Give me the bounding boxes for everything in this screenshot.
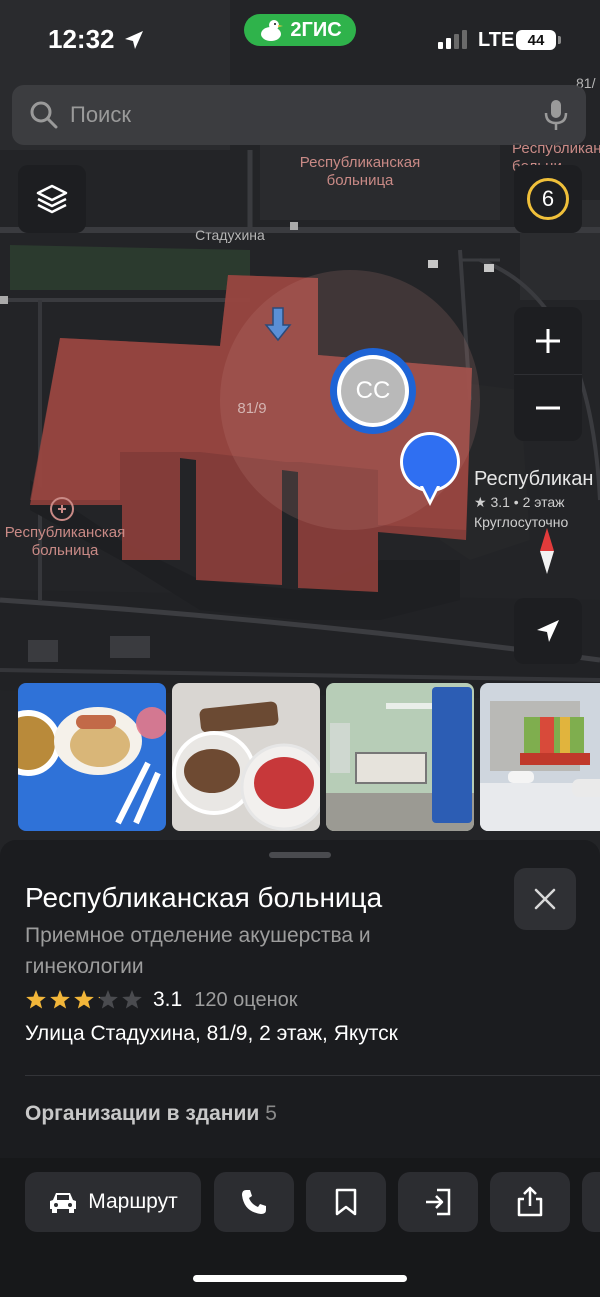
location-arrow-icon <box>124 30 143 49</box>
route-label: Маршрут <box>88 1190 178 1213</box>
search-icon <box>30 101 58 129</box>
duck-logo-icon <box>261 20 284 41</box>
home-indicator[interactable] <box>193 1275 407 1282</box>
share-icon <box>517 1186 543 1217</box>
phone-icon <box>242 1190 266 1214</box>
rating-stars <box>25 989 143 1011</box>
orgs-label: Организации в здании <box>25 1102 260 1125</box>
place-title: Республиканская больница <box>25 882 383 913</box>
call-button[interactable] <box>214 1172 294 1232</box>
traffic-level: 6 <box>527 178 569 220</box>
status-time-group: 12:32 <box>48 24 145 55</box>
photo-4[interactable] <box>480 683 600 831</box>
minus-icon <box>536 406 560 410</box>
map-label-building-number: 81/9 <box>237 400 267 417</box>
layers-button[interactable] <box>18 165 86 233</box>
entrance-button[interactable] <box>398 1172 478 1232</box>
photo-carousel[interactable] <box>0 683 600 831</box>
brand-pill[interactable]: 2ГИС <box>244 14 356 46</box>
more-actions-button[interactable] <box>582 1172 600 1232</box>
photo-3[interactable] <box>326 683 474 831</box>
photo-1[interactable] <box>18 683 166 831</box>
brand-name: 2ГИС <box>290 18 342 41</box>
bookmark-icon <box>335 1188 357 1216</box>
rating-count[interactable]: 120 оценок <box>194 989 297 1012</box>
plus-icon <box>536 328 560 353</box>
traffic-button[interactable]: 6 <box>514 165 582 233</box>
battery-icon: 44 <box>516 30 561 50</box>
zoom-in-button[interactable] <box>514 307 582 374</box>
sheet-grabber[interactable] <box>269 852 331 858</box>
poi-name: Республикан <box>474 468 594 490</box>
avatar-initials: CC <box>341 359 405 423</box>
poi-meta: ★ 3.1 • 2 этаж <box>474 494 565 510</box>
locate-me-button[interactable] <box>514 598 582 664</box>
divider <box>25 1075 600 1076</box>
route-button[interactable]: Маршрут <box>25 1172 201 1232</box>
zoom-controls <box>514 307 582 441</box>
share-button[interactable] <box>490 1172 570 1232</box>
network-type: LTE <box>478 29 515 51</box>
status-time: 12:32 <box>48 24 115 54</box>
rating-value: 3.1 <box>153 988 183 1011</box>
search-bar[interactable]: Поиск <box>12 85 586 145</box>
poi-label[interactable]: Республикан ★ 3.1 • 2 этаж Круглосуточно <box>474 468 600 530</box>
orgs-count: 5 <box>265 1102 277 1125</box>
login-icon <box>426 1188 451 1216</box>
navigation-arrow-icon <box>537 620 559 642</box>
search-input[interactable]: Поиск <box>70 102 542 128</box>
microphone-icon[interactable] <box>542 98 570 132</box>
map-label-hospital-left[interactable]: Республиканская больница <box>0 524 140 560</box>
place-address[interactable]: Улица Стадухина, 81/9, 2 этаж, Якутск <box>25 1022 398 1046</box>
close-icon <box>534 888 556 910</box>
map-label-hospital[interactable]: Республиканская больница <box>290 154 430 190</box>
place-card: Республиканская больница Приемное отделе… <box>0 840 600 1297</box>
organizations-in-building[interactable]: Организации в здании 5 <box>25 1102 277 1126</box>
close-button[interactable] <box>514 868 576 930</box>
battery-level: 44 <box>527 31 545 49</box>
car-icon <box>50 1193 77 1213</box>
zoom-out-button[interactable] <box>514 374 582 441</box>
rating-row[interactable]: 3.1 120 оценок <box>25 988 298 1012</box>
bookmark-button[interactable] <box>306 1172 386 1232</box>
star-rating-icon <box>26 990 142 1009</box>
user-location-avatar[interactable]: CC <box>330 348 416 434</box>
layers-icon <box>36 184 68 214</box>
photo-2[interactable] <box>172 683 320 831</box>
status-bar: 12:32 2ГИС LTE 44 <box>0 0 600 80</box>
map-label-street: Стадухина <box>195 227 265 243</box>
place-subtitle: Приемное отделение акушерства и гинеколо… <box>25 924 371 978</box>
compass-icon[interactable] <box>527 526 567 576</box>
signal-icon <box>438 30 467 49</box>
